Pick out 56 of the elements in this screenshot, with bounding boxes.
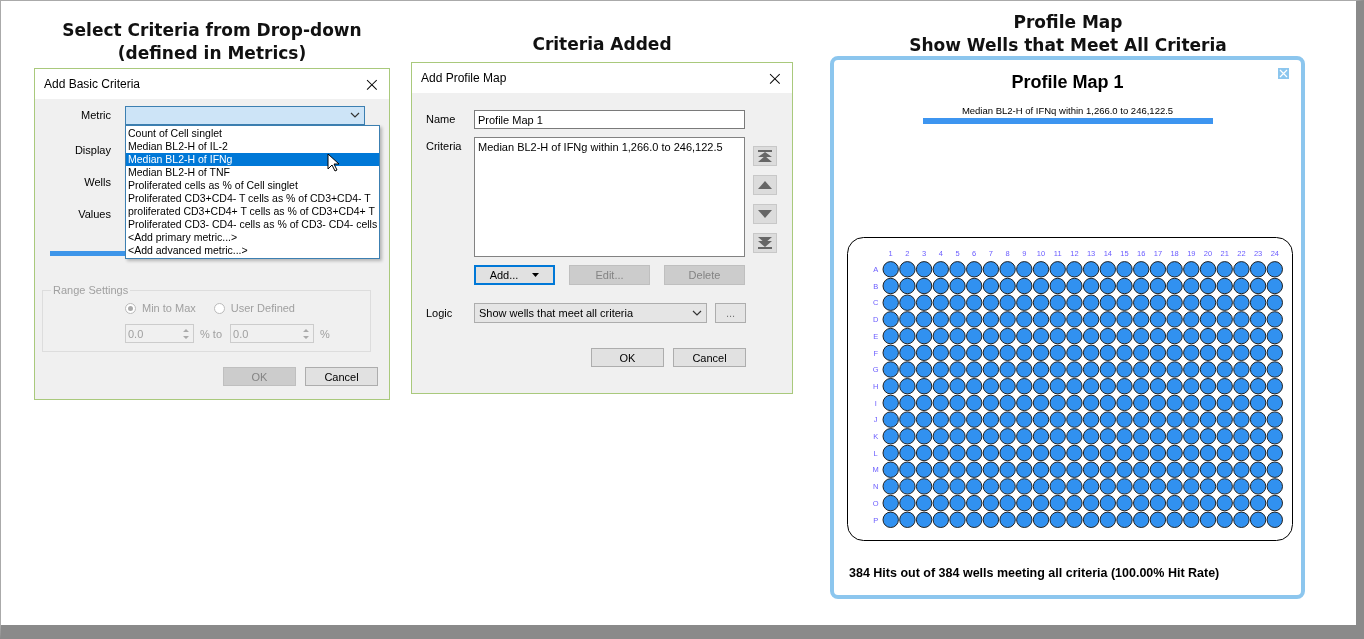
chevron-down-icon (350, 112, 360, 118)
field-label: Name (426, 112, 457, 125)
summary-text: 384 Hits out of 384 wells meeting all criteria (100.00% Hit Rate) (849, 566, 1220, 580)
caption-line: Show Wells that Meet All Criteria (909, 34, 1227, 57)
criteria-text: Median BL2-H of IFNq within 1,266.0 to 246,122.5 (961, 105, 1174, 116)
cancel-button[interactable]: Cancel (305, 367, 378, 386)
unit-label: % (320, 327, 330, 340)
field-label: Wells (83, 176, 111, 188)
close-button[interactable]: × (355, 70, 389, 98)
caption-line: Criteria Added (532, 33, 672, 56)
move-up-button[interactable] (753, 175, 777, 195)
more-button[interactable]: ... (715, 303, 746, 323)
caret-icon (532, 273, 540, 277)
dropdown-option[interactable]: Count of Cell singlet (126, 127, 380, 140)
logic-dropdown[interactable]: Show wells that meet all criteria (474, 303, 707, 323)
dropdown-option[interactable]: <Add advanced metric...> (126, 244, 380, 257)
caption-line: (defined in Metrics) (117, 42, 307, 65)
close-button[interactable]: × (758, 64, 792, 92)
dialog-title: Add Profile Map (421, 71, 507, 85)
dropdown-option[interactable]: Median BL2-H of TNF (126, 166, 380, 179)
spin-arrows-icon (182, 327, 190, 340)
field-label: Values (77, 208, 111, 220)
move-down-button[interactable] (753, 204, 777, 224)
field-label: Metric (80, 109, 111, 121)
caption-line: Select Criteria from Drop-down (62, 19, 362, 42)
dropdown-option[interactable]: Median BL2-H of IFNg (126, 153, 380, 166)
dropdown-option[interactable]: Median BL2-H of IL-2 (126, 140, 380, 153)
dropdown-option[interactable]: Proliferated CD3- CD4- cells as % of CD3- CD4- cells (126, 218, 380, 231)
group-title: Range Settings (52, 284, 130, 296)
metric-dropdown[interactable] (125, 105, 365, 125)
add-button[interactable]: Add... (474, 265, 555, 285)
caption-line: Profile Map (1013, 11, 1123, 34)
spin-arrows-icon (302, 327, 310, 340)
triangle-up-icon (758, 181, 772, 189)
mouse-pointer-icon (327, 153, 340, 172)
triangle-down-icon (758, 210, 772, 218)
ok-button[interactable]: OK (591, 348, 664, 367)
dropdown-option[interactable]: proliferated CD3+CD4+ T cells as % of CD3+CD4+ T (126, 205, 380, 218)
chevron-down-icon (692, 310, 702, 316)
move-top-icon (758, 150, 772, 162)
move-top-button[interactable] (753, 146, 777, 166)
dropdown-option[interactable]: Proliferated CD3+CD4- T cells as % of CD3+CD4- T (126, 192, 380, 205)
criteria-list[interactable]: Median BL2-H of IFNg within 1,266.0 to 246,122.5 (474, 137, 745, 257)
map-title: Profile Map 1 (1011, 72, 1124, 93)
name-field[interactable]: Profile Map 1 (474, 110, 745, 129)
unit-label: % to (200, 327, 222, 340)
dropdown-option[interactable]: Proliferated cells as % of Cell singlet (126, 179, 380, 192)
dialog-title: Add Basic Criteria (44, 77, 141, 91)
move-bottom-button[interactable] (753, 233, 777, 253)
field-label: Criteria (426, 139, 463, 152)
field-label: Display (73, 144, 111, 156)
dropdown-option[interactable]: <Add primary metric...> (126, 231, 380, 244)
cancel-button[interactable]: Cancel (673, 348, 746, 367)
field-label: Logic (426, 307, 454, 319)
criteria-item[interactable]: Median BL2-H of IFNg within 1,266.0 to 246,122.5 (478, 141, 741, 153)
move-bottom-icon (758, 237, 772, 249)
